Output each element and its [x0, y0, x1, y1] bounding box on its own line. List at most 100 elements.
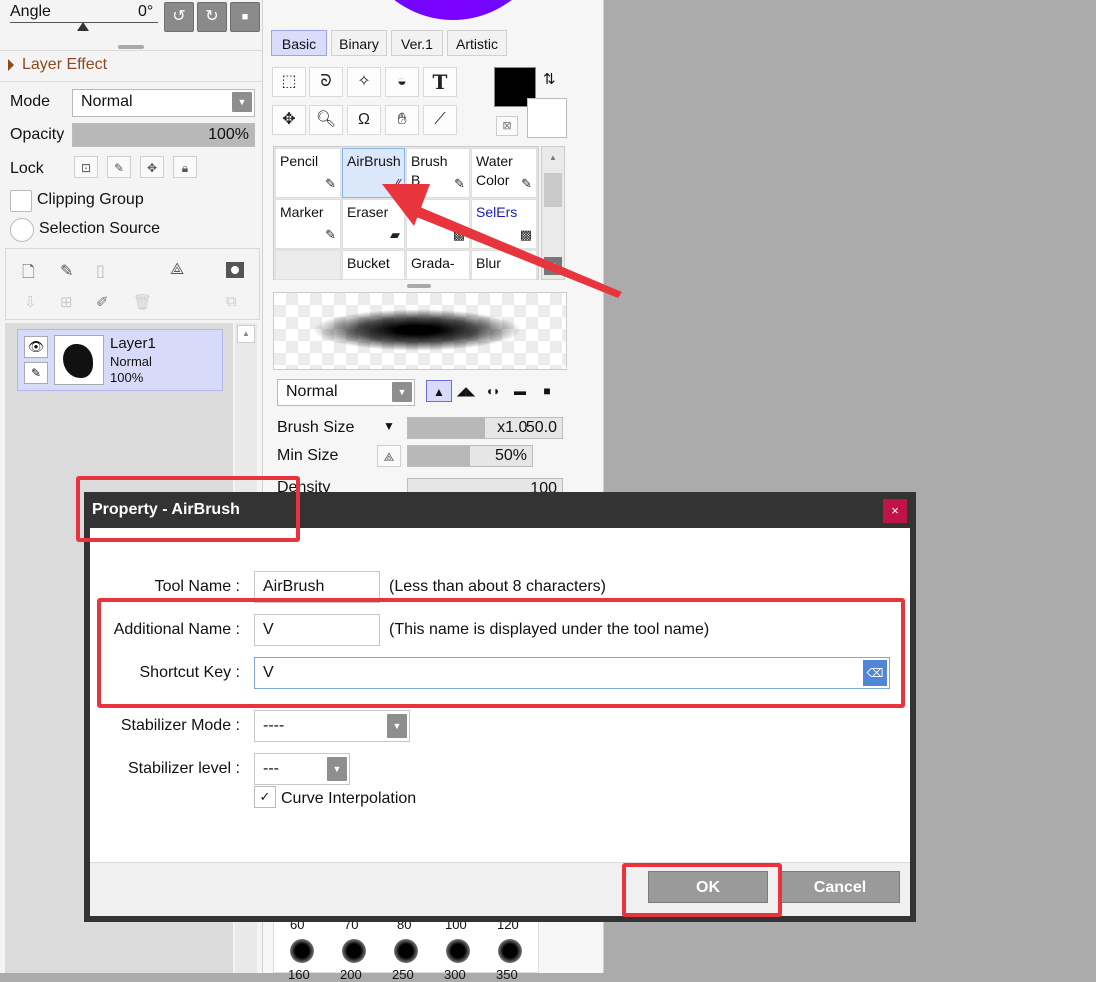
tab-basic[interactable]: Basic — [271, 30, 327, 56]
rotate-cw-icon: ↻ — [205, 8, 219, 25]
size-preset-label[interactable]: 350 — [496, 967, 518, 982]
scroll-up-icon[interactable]: ▲ — [237, 325, 255, 343]
tab-ver1[interactable]: Ver.1 — [391, 30, 443, 56]
new-layer-icon[interactable]: 🗋︎ — [22, 261, 35, 288]
layer-item[interactable]: 👁︎ ✎ Layer1 Normal 100% — [17, 329, 223, 391]
size-preset-dot[interactable] — [498, 939, 522, 963]
copy-layer-icon[interactable]: ▯ — [96, 261, 105, 281]
reset-rotation-button[interactable]: ■ — [230, 2, 260, 32]
shape-flat-button[interactable]: ▬ — [507, 380, 533, 402]
expand-arrow-icon[interactable] — [8, 59, 14, 71]
min-size-label: Min Size — [277, 447, 339, 464]
transparent-color-icon[interactable]: ⊠ — [496, 116, 518, 136]
brush-preview — [273, 292, 567, 370]
secondary-color-swatch[interactable] — [527, 98, 567, 138]
shape-square-button[interactable]: ■ — [534, 380, 560, 402]
pencil-icon[interactable]: ✎ — [24, 362, 48, 384]
lock-move-icon[interactable]: ✥ — [140, 156, 164, 178]
tab-binary[interactable]: Binary — [331, 30, 387, 56]
shortcut-key-input[interactable]: V ⌫ — [254, 657, 890, 689]
swap-colors-icon[interactable]: ⇅ — [543, 70, 556, 88]
curve-interpolation-label: Curve Interpolation — [281, 790, 417, 807]
magic-wand-icon[interactable]: ✧ — [347, 67, 381, 97]
blend-mode-dropdown[interactable]: Normal ▼ — [277, 379, 415, 406]
ok-button[interactable]: OK — [648, 871, 768, 903]
brush-size-slider[interactable]: x1.0 50.0 — [407, 417, 563, 439]
rotate-ccw-button[interactable]: ↺ — [164, 2, 194, 32]
shape-soft-button[interactable]: ◢◣ — [453, 380, 479, 402]
opacity-slider[interactable]: 100% — [72, 123, 255, 147]
zoom-icon[interactable]: 🔍︎ — [309, 105, 343, 135]
size-preset-dot[interactable] — [394, 939, 418, 963]
min-size-fill — [408, 446, 470, 466]
rect-select-icon[interactable]: ⬚ — [272, 67, 306, 97]
transfer-down-icon[interactable]: ⇩ — [24, 293, 37, 311]
selection-source-radio[interactable] — [10, 218, 34, 242]
lock-transparency-icon[interactable]: ⊡ — [74, 156, 98, 178]
merge-down-icon[interactable]: ⊞ — [60, 293, 73, 311]
angle-label: Angle — [10, 3, 51, 20]
size-preset-label[interactable]: 200 — [340, 967, 362, 982]
min-size-pressure-icon[interactable]: ⟁ — [377, 445, 401, 467]
layer-name: Layer1 — [110, 335, 156, 352]
chevron-down-icon: ▼ — [232, 92, 252, 112]
curve-interpolation-checkbox[interactable]: ✓ — [254, 786, 276, 808]
additional-name-input[interactable]: V — [254, 614, 380, 646]
cancel-button[interactable]: Cancel — [780, 871, 900, 903]
hand-icon[interactable]: ✋︎ — [385, 105, 419, 135]
stabilizer-mode-dropdown[interactable]: ---- ▼ — [254, 710, 410, 742]
move-icon[interactable]: ✥ — [272, 105, 306, 135]
rotate-ccw-icon: ↺ — [172, 8, 186, 25]
min-size-value: 50% — [494, 447, 527, 464]
shapes-icon[interactable]: ◒ — [385, 67, 419, 97]
brush-empty-slot[interactable] — [275, 250, 341, 280]
dialog-close-button[interactable]: × — [883, 499, 907, 523]
size-preset-dot[interactable] — [446, 939, 470, 963]
rotate-view-icon[interactable]: Ω — [347, 105, 381, 135]
lasso-icon[interactable]: ᘐ — [309, 67, 343, 97]
trash-icon[interactable]: 🗑︎ — [133, 293, 152, 311]
eye-icon[interactable]: 👁︎ — [24, 336, 48, 358]
size-preset-label[interactable]: 160 — [288, 967, 310, 982]
stabilizer-level-value: --- — [263, 760, 279, 777]
marker-icon: ✎ — [325, 227, 336, 242]
dialog-body: Tool Name : AirBrush (Less than about 8 … — [90, 528, 910, 916]
shape-round-button[interactable]: ◖◗ — [480, 380, 506, 402]
size-preset-label[interactable]: 300 — [444, 967, 466, 982]
stabilizer-mode-value: ---- — [263, 717, 285, 734]
mode-dropdown[interactable]: Normal ▼ — [72, 89, 255, 117]
clipping-group-checkbox[interactable] — [10, 190, 32, 212]
clear-layer-icon[interactable]: ✐ — [96, 293, 109, 311]
splitter-handle[interactable] — [118, 45, 144, 49]
tab-artistic[interactable]: Artistic — [447, 30, 507, 56]
stabilizer-level-dropdown[interactable]: --- ▼ — [254, 753, 350, 785]
eyedropper-icon[interactable]: ⟋ — [423, 105, 457, 135]
scroll-up-icon[interactable]: ▲ — [544, 149, 562, 167]
brush-size-label: Brush Size — [277, 419, 355, 436]
size-preset-dot[interactable] — [290, 939, 314, 963]
lock-all-icon[interactable]: 🔒︎ — [173, 156, 197, 178]
min-size-slider[interactable]: 50% — [407, 445, 533, 467]
lock-paint-icon[interactable]: ✎ — [107, 156, 131, 178]
size-preset-label[interactable]: 250 — [392, 967, 414, 982]
brush-pencil[interactable]: Pencil ✎ — [275, 148, 341, 198]
clear-shortcut-icon[interactable]: ⌫ — [863, 660, 887, 686]
lock-label: Lock — [10, 160, 44, 177]
text-tool-icon[interactable]: T — [423, 67, 457, 97]
layer-effect-header[interactable]: Layer Effect — [22, 56, 107, 74]
layer-record-icon[interactable] — [226, 262, 244, 278]
shape-sharp-button[interactable]: ▲ — [426, 380, 452, 402]
size-preset-dot[interactable] — [342, 939, 366, 963]
selection-source-label: Selection Source — [39, 220, 160, 237]
opacity-label: Opacity — [10, 126, 65, 143]
layer-mask-icon[interactable]: ⟁ — [170, 261, 184, 279]
brush-marker[interactable]: Marker ✎ — [275, 199, 341, 249]
rotate-cw-button[interactable]: ↻ — [197, 2, 227, 32]
tool-name-input[interactable]: AirBrush — [254, 571, 380, 603]
brush-size-dropdown-icon[interactable]: ▼ — [383, 419, 395, 433]
new-layer-folder-icon[interactable]: ✎ — [60, 261, 73, 281]
additional-name-label: Additional Name : — [113, 621, 240, 638]
layer-options-icon[interactable]: ⧉ — [226, 293, 237, 310]
color-wheel[interactable] — [353, 0, 553, 20]
angle-slider-handle[interactable] — [77, 22, 89, 31]
